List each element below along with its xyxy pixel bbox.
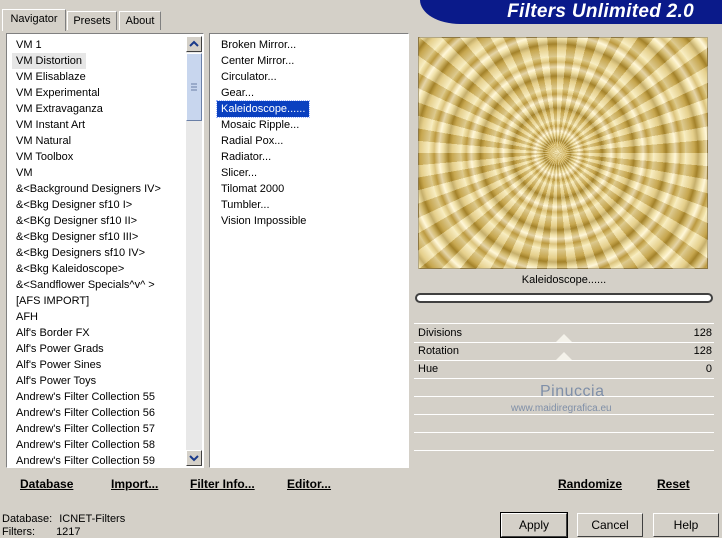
filter-list-item[interactable]: Radial Pox... [217, 133, 287, 149]
chevron-up-icon [189, 40, 199, 47]
category-list-item[interactable]: Alf's Power Sines [12, 357, 105, 373]
randomize-link[interactable]: Randomize [558, 477, 622, 491]
filter-list-item[interactable]: Tilomat 2000 [217, 181, 288, 197]
param-divider [414, 450, 714, 451]
title-banner: Filters Unlimited 2.0 [420, 0, 722, 24]
category-list-item[interactable]: VM Natural [12, 133, 75, 149]
param-divider [414, 414, 714, 415]
param-divisions-value: 128 [693, 327, 712, 339]
category-list-item[interactable]: &<Background Designers IV> [12, 181, 165, 197]
category-list-item[interactable]: Alf's Border FX [12, 325, 94, 341]
status-database: Database: ICNET-Filters [2, 513, 125, 525]
param-divider [414, 323, 714, 324]
category-list-item[interactable]: Andrew's Filter Collection 57 [12, 421, 159, 437]
watermark-name: Pinuccia [540, 383, 605, 400]
tab-presets[interactable]: Presets [67, 11, 117, 30]
status-filters-label: Filters: [2, 526, 35, 538]
category-list-item[interactable]: Andrew's Filter Collection 58 [12, 437, 159, 453]
status-database-value: ICNET-Filters [59, 513, 126, 525]
category-list-item[interactable]: VM Experimental [12, 85, 104, 101]
reset-link[interactable]: Reset [657, 477, 690, 491]
param-hue-label: Hue [418, 363, 439, 375]
filter-list-item[interactable]: Vision Impossible [217, 213, 310, 229]
category-list-item[interactable]: VM Elisablaze [12, 69, 90, 85]
category-list-item[interactable]: &<Bkg Designer sf10 III> [12, 229, 142, 245]
help-button[interactable]: Help [653, 513, 719, 537]
slider-marker-icon[interactable] [556, 334, 572, 342]
tab-about[interactable]: About [119, 11, 161, 30]
apply-button[interactable]: Apply [500, 512, 568, 538]
filter-list-item[interactable]: Circulator... [217, 69, 281, 85]
filter-list-item[interactable]: Radiator... [217, 149, 275, 165]
filter-list-item[interactable]: Slicer... [217, 165, 261, 181]
category-list-item[interactable]: &<Sandflower Specials^v^ > [12, 277, 159, 293]
param-divider [414, 432, 714, 433]
category-list[interactable]: VM 1 VM Distortion VM Elisablaze VM Experim… [6, 33, 204, 468]
scroll-up-button[interactable] [186, 36, 202, 52]
app-title: Filters Unlimited 2.0 [507, 1, 694, 22]
cancel-button[interactable]: Cancel [577, 513, 643, 537]
progress-bar [415, 293, 713, 303]
filter-list-item[interactable]: Kaleidoscope...... [215, 100, 311, 118]
param-divisions-label: Divisions [418, 327, 463, 339]
category-list-item[interactable]: Alf's Power Grads [12, 341, 108, 357]
filter-list-item[interactable]: Broken Mirror... [217, 37, 300, 53]
category-list-item[interactable]: VM 1 [12, 37, 46, 53]
filter-list-item[interactable]: Center Mirror... [217, 53, 298, 69]
category-list-item[interactable]: AFH [12, 309, 42, 325]
filter-list-item[interactable]: Tumbler... [217, 197, 274, 213]
category-list-item[interactable]: &<Bkg Designer sf10 I> [12, 197, 136, 213]
tab-navigator[interactable]: Navigator [2, 9, 66, 31]
category-list-item[interactable]: Andrew's Filter Collection 55 [12, 389, 159, 405]
category-list-item[interactable]: VM Distortion [12, 53, 87, 69]
filter-info-link[interactable]: Filter Info... [190, 477, 255, 491]
preview-label: Kaleidoscope...... [521, 274, 607, 286]
preview-image [418, 37, 708, 269]
watermark-url: www.maidiregrafica.eu [511, 403, 612, 414]
param-hue[interactable]: Hue 0 [414, 361, 714, 378]
category-list-item[interactable]: &<Bkg Kaleidoscope> [12, 261, 128, 277]
category-list-item[interactable]: Andrew's Filter Collection 56 [12, 405, 159, 421]
category-list-item[interactable]: Andrew's Filter Collection 59 [12, 453, 159, 467]
category-list-item[interactable]: &<Bkg Designers sf10 IV> [12, 245, 149, 261]
category-list-item[interactable]: VM Toolbox [12, 149, 77, 165]
status-filters: Filters: 1217 [2, 526, 81, 538]
status-filters-value: 1217 [56, 526, 81, 538]
param-rotation-label: Rotation [418, 345, 459, 357]
category-list-item[interactable]: [AFS IMPORT] [12, 293, 93, 309]
param-hue-value: 0 [705, 363, 712, 375]
filter-list[interactable]: Broken Mirror... Center Mirror... Circulat… [209, 33, 409, 468]
category-list-item[interactable]: VM Extravaganza [12, 101, 107, 117]
param-divider [414, 378, 714, 379]
status-database-label: Database: [2, 513, 53, 525]
category-list-item[interactable]: &<BKg Designer sf10 II> [12, 213, 141, 229]
param-rotation-value: 128 [693, 345, 712, 357]
slider-marker-icon[interactable] [556, 352, 572, 360]
scroll-down-button[interactable] [186, 450, 202, 466]
filter-list-item[interactable]: Gear... [217, 85, 258, 101]
import-link[interactable]: Import... [111, 477, 158, 491]
chevron-down-icon [189, 455, 199, 462]
editor-link[interactable]: Editor... [287, 477, 331, 491]
category-list-item[interactable]: VM [12, 165, 37, 181]
category-list-item[interactable]: VM Instant Art [12, 117, 89, 133]
category-list-item[interactable]: Alf's Power Toys [12, 373, 100, 389]
scroll-thumb[interactable] [186, 53, 202, 121]
category-scrollbar[interactable] [186, 36, 202, 466]
filter-list-item[interactable]: Mosaic Ripple... [217, 117, 303, 133]
grip-icon [191, 83, 197, 91]
database-link[interactable]: Database [20, 477, 73, 491]
